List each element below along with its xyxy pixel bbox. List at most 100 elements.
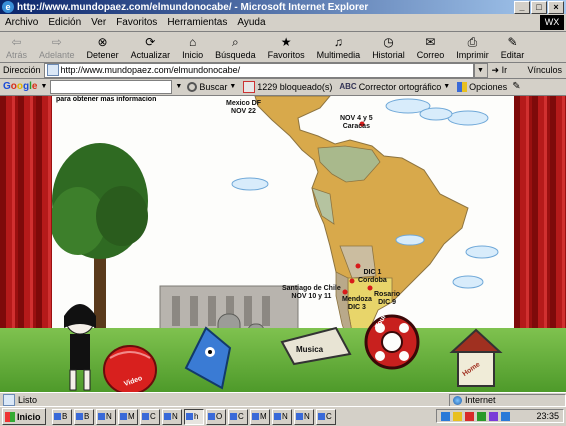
app-icon <box>98 413 105 420</box>
options-icon <box>457 81 468 92</box>
menu-favoritos[interactable]: Favoritos <box>111 17 162 28</box>
menu-ayuda[interactable]: Ayuda <box>232 17 270 28</box>
chevron-down-icon: ▼ <box>443 83 451 90</box>
google-options-button[interactable]: Opciones <box>455 81 509 92</box>
home-label: Inicio <box>182 50 204 60</box>
start-button[interactable]: Inicio <box>2 408 46 425</box>
links-button[interactable]: Vínculos <box>527 65 562 75</box>
address-url: http://www.mundopaez.com/elmundonocabe/ <box>60 65 241 75</box>
tray-volume-icon[interactable] <box>453 411 462 421</box>
google-search-input[interactable] <box>50 79 173 94</box>
edit-button[interactable]: ✎ Editar <box>495 32 531 60</box>
search-label: Búsqueda <box>215 50 256 60</box>
standard-toolbar: ⇦ Atrás ⇨ Adelante ⊗ Detener ⟳ Actualizar ⌂ I… <box>0 32 566 63</box>
favorites-label: Favoritos <box>267 50 305 60</box>
media-button[interactable]: ♫ Multimedia <box>311 32 367 60</box>
app-icon <box>208 413 215 420</box>
tray-antivirus-icon[interactable] <box>465 411 474 421</box>
google-logo[interactable]: Google <box>0 81 37 92</box>
maximize-button[interactable]: □ <box>531 1 547 14</box>
app-icon <box>142 413 149 420</box>
blue-creature-character[interactable] <box>184 326 232 390</box>
task-button[interactable]: N <box>294 408 314 425</box>
task-button[interactable]: M <box>118 408 138 425</box>
history-icon: ◷ <box>383 35 394 49</box>
app-icon <box>252 413 259 420</box>
app-icon <box>120 413 127 420</box>
address-input[interactable]: http://www.mundopaez.com/elmundonocabe/ <box>43 62 474 78</box>
address-bar: Dirección http://www.mundopaez.com/elmun… <box>0 62 566 79</box>
forward-button[interactable]: ⇨ Adelante <box>33 32 81 60</box>
spell-check-button[interactable]: ABC Corrector ortográfico ▼ <box>337 82 452 92</box>
back-button[interactable]: ⇦ Atrás <box>0 32 33 60</box>
task-button[interactable]: C <box>316 408 336 425</box>
refresh-label: Actualizar <box>130 50 171 60</box>
task-button[interactable]: N <box>96 408 116 425</box>
task-button[interactable]: B <box>52 408 72 425</box>
close-button[interactable]: × <box>548 1 564 14</box>
tray-app-icon[interactable] <box>477 411 486 421</box>
search-button[interactable]: ⌕ Búsqueda <box>209 32 262 61</box>
task-button[interactable]: N <box>162 408 182 425</box>
minimize-button[interactable]: _ <box>514 1 530 14</box>
nav-musica[interactable]: Musica <box>296 346 323 354</box>
menu-edicion[interactable]: Edición <box>43 17 86 28</box>
app-icon <box>164 413 171 420</box>
refresh-icon: ⟳ <box>145 35 156 49</box>
menu-ver[interactable]: Ver <box>86 17 111 28</box>
title-bar[interactable]: e http://www.mundopaez.com/elmundonocabe… <box>0 0 566 14</box>
menu-herramientas[interactable]: Herramientas <box>162 17 232 28</box>
spellcheck-icon: ABC <box>339 82 357 91</box>
tray-app-icon[interactable] <box>501 411 510 421</box>
status-bar: Listo Internet <box>0 392 566 407</box>
print-label: Imprimir <box>456 50 489 60</box>
home-house[interactable] <box>449 328 503 387</box>
google-search-dropdown-icon[interactable]: ▼ <box>175 83 182 90</box>
history-button[interactable]: ◷ Historial <box>366 32 411 60</box>
address-dropdown-button[interactable]: ▼ <box>473 62 488 78</box>
task-button[interactable]: M <box>250 408 270 425</box>
mail-button[interactable]: ✉ Correo <box>411 32 451 60</box>
edit-label: Editar <box>500 50 525 60</box>
stop-button[interactable]: ⊗ Detener <box>81 32 125 60</box>
highlight-icon[interactable]: ✎ <box>512 81 520 92</box>
app-icon <box>296 413 303 420</box>
window-title: http://www.mundopaez.com/elmundonocabe/ … <box>17 1 369 13</box>
task-button[interactable]: O <box>206 408 226 425</box>
search-icon: ⌕ <box>232 34 239 49</box>
go-arrow-icon: ➜ <box>491 64 500 75</box>
task-button[interactable]: C <box>140 408 160 425</box>
print-button[interactable]: ⎙ Imprimir <box>450 32 495 61</box>
zone-label: Internet <box>465 395 496 405</box>
task-button[interactable]: N <box>272 408 292 425</box>
tray-app-icon[interactable] <box>489 411 498 421</box>
home-button[interactable]: ⌂ Inicio <box>176 32 209 60</box>
favorites-button[interactable]: ★ Favoritos <box>262 32 311 60</box>
refresh-button[interactable]: ⟳ Actualizar <box>125 32 177 60</box>
app-icon <box>76 413 83 420</box>
characters-layer <box>64 304 503 392</box>
windows-flag-icon <box>5 411 15 422</box>
page-done-icon <box>3 394 15 406</box>
tour-film-reel[interactable] <box>364 314 420 370</box>
girl-character[interactable] <box>64 304 96 391</box>
go-button[interactable]: ➜ Ir <box>492 65 508 76</box>
task-button-active[interactable]: h <box>184 408 204 425</box>
print-icon: ⎙ <box>467 34 478 49</box>
clock[interactable]: 23:35 <box>536 411 559 421</box>
popup-blocker-button[interactable]: 1229 bloqueado(s) <box>241 80 334 93</box>
system-tray: 23:35 <box>436 409 564 423</box>
google-menu-chevron-icon[interactable]: ▼ <box>40 83 47 90</box>
menu-archivo[interactable]: Archivo <box>0 17 43 28</box>
google-toolbar: Google ▼ ▼ Buscar ▼ 1229 bloqueado(s) ABC… <box>0 78 566 96</box>
internet-globe-icon <box>453 395 462 405</box>
windows-logo: WX <box>540 15 564 30</box>
google-search-button[interactable]: Buscar ▼ <box>185 81 238 92</box>
spell-check-label: Corrector ortográfico <box>358 81 442 92</box>
edit-icon: ✎ <box>507 35 518 49</box>
magnifier-icon <box>187 81 198 92</box>
tray-network-icon[interactable] <box>441 411 450 421</box>
task-button[interactable]: C <box>228 408 248 425</box>
security-zone[interactable]: Internet <box>449 393 566 407</box>
task-button[interactable]: B <box>74 408 94 425</box>
